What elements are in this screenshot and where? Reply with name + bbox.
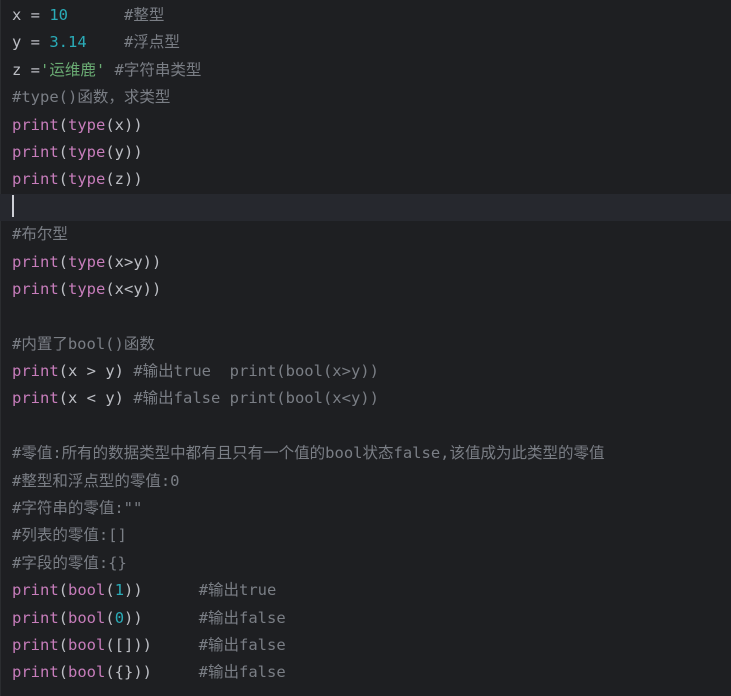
code-line[interactable]: print(bool(1)) #输出true (0, 577, 731, 604)
code-comment: #type()函数，求类型 (12, 88, 171, 107)
code-builtin: print (12, 635, 59, 654)
code-text: (x < y) (58, 389, 134, 408)
code-text: )) (124, 581, 199, 600)
code-line[interactable]: #内置了bool()函数 (0, 331, 731, 358)
code-text: ({})) (105, 663, 199, 682)
code-builtin: print (12, 663, 59, 682)
code-comment: #布尔型 (12, 225, 68, 244)
code-comment: #输出false (198, 635, 286, 654)
code-text: z = (12, 60, 40, 79)
code-comment: #字段的零值:{} (12, 553, 127, 572)
code-comment: #整型 (124, 6, 165, 24)
code-builtin: type (68, 170, 106, 189)
code-comment: #输出false print(bool(x<y)) (133, 389, 379, 408)
code-line[interactable] (0, 193, 731, 222)
code-text: ( (58, 142, 69, 161)
code-builtin: print (12, 170, 59, 189)
code-comment: #整型和浮点型的零值:0 (12, 471, 180, 490)
code-line[interactable]: z ='运维鹿' #字符串类型 (0, 57, 731, 84)
code-comment: #内置了bool()函数 (12, 334, 155, 353)
code-builtin: print (12, 581, 59, 600)
code-number: 10 (49, 6, 68, 24)
code-string: '运维鹿' (40, 60, 106, 79)
code-text: x = (12, 6, 50, 24)
code-line[interactable]: print(type(z)) (0, 166, 731, 193)
code-builtin: bool (68, 635, 106, 654)
code-text: ([])) (105, 635, 199, 654)
code-comment: #列表的零值:[] (12, 526, 127, 545)
code-line[interactable]: print(bool([])) #输出false (0, 632, 731, 659)
code-builtin: bool (68, 608, 106, 627)
code-line[interactable]: print(type(x)) (0, 112, 731, 139)
code-text: ( (105, 581, 115, 600)
code-builtin: type (68, 279, 106, 298)
code-builtin: print (12, 142, 59, 161)
code-editor[interactable]: x = 10 #整型 y = 3.14 #浮点型 z ='运维鹿' #字符串类型 #t… (0, 0, 731, 696)
code-text: ( (58, 635, 69, 654)
code-line[interactable]: #字符串的零值:"" (0, 495, 731, 522)
code-text: (x)) (105, 115, 143, 134)
code-text: (x<y)) (105, 279, 162, 298)
code-text: )) (124, 608, 199, 627)
code-builtin: type (68, 142, 106, 161)
code-comment: #输出true print(bool(x>y)) (133, 362, 379, 381)
code-comment: #输出true (198, 581, 277, 600)
code-builtin: type (68, 252, 106, 271)
code-line[interactable]: #整型和浮点型的零值:0 (0, 468, 731, 495)
code-line[interactable] (0, 413, 731, 440)
code-text: ( (58, 115, 69, 134)
code-line[interactable]: print(x < y) #输出false print(bool(x<y)) (0, 385, 731, 412)
code-text: ( (58, 663, 69, 682)
code-line[interactable]: x = 10 #整型 (0, 2, 731, 29)
code-text: (x > y) (58, 362, 134, 381)
code-builtin: print (12, 115, 59, 134)
code-line[interactable]: #type()函数，求类型 (0, 84, 731, 111)
code-lines: x = 10 #整型 y = 3.14 #浮点型 z ='运维鹿' #字符串类型 #t… (0, 2, 731, 687)
code-line[interactable]: print(x > y) #输出true print(bool(x>y)) (0, 358, 731, 385)
code-line[interactable]: #字段的零值:{} (0, 550, 731, 577)
code-number: 0 (114, 608, 125, 627)
code-line[interactable] (0, 303, 731, 330)
code-text: (y)) (105, 142, 143, 161)
code-number: 3.14 (49, 33, 87, 52)
code-builtin: bool (68, 663, 106, 682)
code-line[interactable]: y = 3.14 #浮点型 (0, 29, 731, 56)
code-text: ( (58, 252, 69, 271)
code-builtin: print (12, 389, 59, 408)
code-comment: #输出false (198, 663, 286, 682)
code-text: ( (58, 170, 69, 189)
code-line[interactable]: print(type(x>y)) (0, 249, 731, 276)
code-text: y = (12, 33, 50, 52)
code-text: (x>y)) (105, 252, 162, 271)
code-line[interactable]: print(type(x<y)) (0, 276, 731, 303)
code-line[interactable]: print(bool({})) #输出false (0, 659, 731, 686)
code-number: 1 (114, 581, 125, 600)
code-builtin: print (12, 362, 59, 381)
code-comment: #字符串的零值:"" (12, 499, 143, 518)
code-line[interactable]: print(type(y)) (0, 139, 731, 166)
code-comment: #字符串类型 (114, 60, 202, 79)
code-comment: #零值:所有的数据类型中都有且只有一个值的bool状态false,该值成为此类型… (12, 444, 605, 463)
code-comment: #浮点型 (123, 33, 180, 52)
code-text: ( (105, 608, 115, 627)
code-text: ( (58, 279, 69, 298)
code-comment: #输出false (198, 608, 286, 627)
code-line[interactable]: print(bool(0)) #输出false (0, 605, 731, 632)
code-line[interactable]: #布尔型 (0, 221, 731, 248)
code-text: ( (58, 581, 69, 600)
code-text: (z)) (105, 170, 143, 189)
code-line[interactable]: #列表的零值:[] (0, 522, 731, 549)
code-builtin: type (68, 115, 106, 134)
code-builtin: bool (68, 581, 106, 600)
code-line[interactable]: #零值:所有的数据类型中都有且只有一个值的bool状态false,该值成为此类型… (0, 440, 731, 467)
code-builtin: print (12, 279, 59, 298)
code-builtin: print (12, 608, 59, 627)
code-builtin: print (12, 252, 59, 271)
text-caret (12, 194, 14, 217)
code-text: ( (58, 608, 69, 627)
